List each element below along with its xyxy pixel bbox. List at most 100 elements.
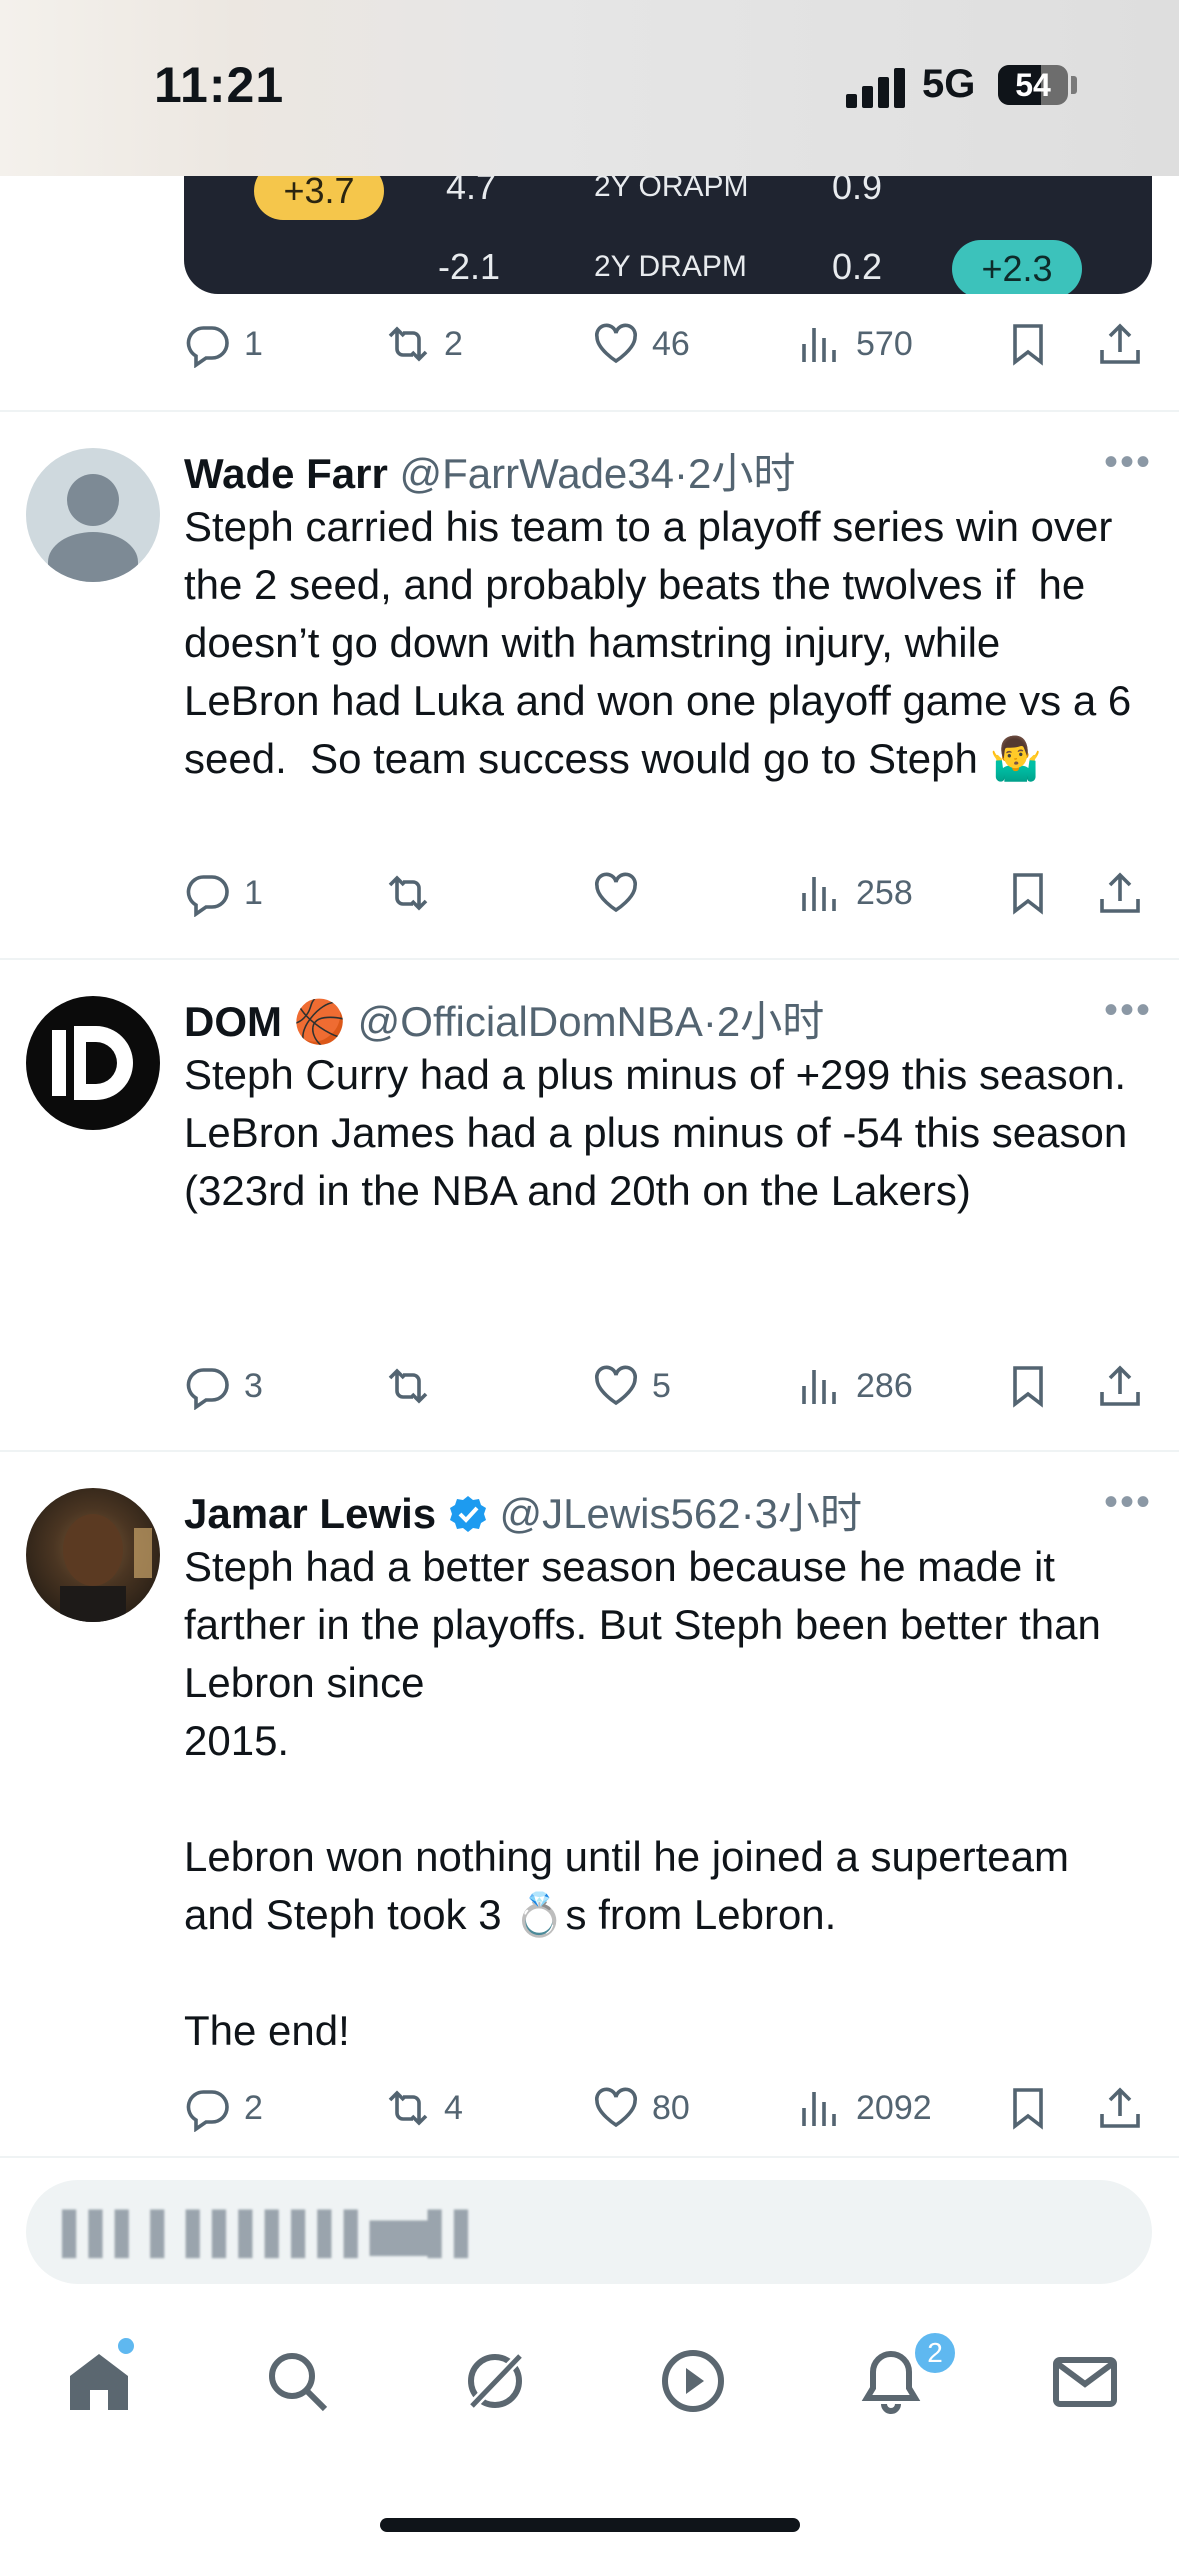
home-indicator[interactable] <box>380 2518 800 2532</box>
tweet-text: Steph Curry had a plus minus of +299 thi… <box>184 1051 1128 1214</box>
views-button[interactable]: 258 <box>796 863 913 923</box>
bookmark-button[interactable] <box>1004 2078 1052 2138</box>
repost-count: 2 <box>444 324 463 363</box>
share-icon <box>1100 323 1140 364</box>
avatar[interactable] <box>26 448 160 582</box>
author-name[interactable]: Wade Farr <box>184 450 388 497</box>
share-icon <box>1100 2087 1140 2128</box>
repost-button[interactable]: 2 <box>384 314 463 374</box>
tweet-actions: 2 4 80 2092 <box>184 2078 1150 2138</box>
heart-icon <box>595 2087 637 2128</box>
reply-composer[interactable]: ▌▌▌ ▌ ▌▌▌▌▌▌▌▆▆▌▌ <box>26 2180 1152 2284</box>
tweet-text: Steph carried his team to a playoff seri… <box>184 503 1143 782</box>
author-name[interactable]: DOM <box>184 998 282 1045</box>
more-options-icon[interactable]: ••• <box>1104 440 1152 485</box>
search-icon <box>269 2353 328 2412</box>
nav-grok[interactable] <box>460 2346 530 2416</box>
divider <box>0 958 1179 960</box>
more-options-icon[interactable]: ••• <box>1104 1480 1152 1525</box>
like-button[interactable] <box>592 863 652 923</box>
home-unread-dot <box>116 2336 136 2356</box>
bookmark-button[interactable] <box>1004 314 1052 374</box>
reply-button[interactable]: 1 <box>184 314 263 374</box>
grok-icon <box>466 2350 526 2412</box>
share-button[interactable] <box>1096 863 1144 923</box>
views-count: 570 <box>856 324 913 363</box>
like-count: 46 <box>652 324 690 363</box>
basketball-emoji: 🏀 <box>293 998 346 1045</box>
bookmark-button[interactable] <box>1004 863 1052 923</box>
reply-count: 3 <box>244 1366 263 1405</box>
repost-icon <box>388 326 428 362</box>
divider <box>0 1450 1179 1452</box>
tweet-header: Wade Farr @FarrWade34·2小时 <box>184 440 795 501</box>
reply-count: 2 <box>244 2088 263 2127</box>
repost-button[interactable]: 4 <box>384 2078 463 2138</box>
nav-home[interactable] <box>64 2346 134 2416</box>
reply-icon <box>186 875 229 917</box>
avatar[interactable] <box>26 996 160 1130</box>
repost-button[interactable] <box>384 863 444 923</box>
tweet-header: Jamar Lewis @JLewis562·3小时 <box>184 1480 862 1541</box>
reply-button[interactable]: 1 <box>184 863 263 923</box>
tweet-actions: 1 258 <box>184 863 1150 923</box>
like-count: 5 <box>652 1366 671 1405</box>
bookmark-icon <box>1013 1366 1043 1408</box>
share-button[interactable] <box>1096 2078 1144 2138</box>
reply-button[interactable]: 2 <box>184 2078 263 2138</box>
like-button[interactable]: 46 <box>592 314 690 374</box>
views-icon <box>802 328 836 362</box>
author-handle[interactable]: @JLewis562 <box>500 1490 741 1537</box>
views-count: 286 <box>856 1366 913 1405</box>
battery-icon: 54 <box>998 65 1068 105</box>
dom-logo-icon <box>52 1026 133 1100</box>
views-button[interactable]: 286 <box>796 1356 913 1416</box>
home-icon <box>70 2354 128 2410</box>
bookmark-icon <box>1013 2088 1043 2130</box>
views-icon <box>802 1370 836 1404</box>
author-name[interactable]: Jamar Lewis <box>184 1490 436 1537</box>
drapm-label: 2Y DRAPM <box>594 250 747 283</box>
verified-badge-icon <box>449 1496 486 1532</box>
like-button[interactable]: 80 <box>592 2078 690 2138</box>
views-button[interactable]: 570 <box>796 314 913 374</box>
share-button[interactable] <box>1096 1356 1144 1416</box>
share-icon <box>1100 872 1140 913</box>
default-avatar-icon <box>48 474 138 582</box>
nav-video[interactable] <box>658 2346 728 2416</box>
author-handle[interactable]: @OfficialDomNBA <box>358 998 703 1045</box>
tweet-header: DOM 🏀 @OfficialDomNBA·2小时 <box>184 988 824 1049</box>
reply-icon <box>186 2090 229 2132</box>
battery-level: 54 <box>1015 67 1051 103</box>
more-options-icon[interactable]: ••• <box>1104 988 1152 1033</box>
divider <box>0 2156 1179 2158</box>
bookmark-icon <box>1013 324 1043 366</box>
reply-button[interactable]: 3 <box>184 1356 263 1416</box>
repost-button[interactable] <box>384 1356 444 1416</box>
share-icon <box>1100 1365 1140 1406</box>
bookmark-button[interactable] <box>1004 1356 1052 1416</box>
share-button[interactable] <box>1096 314 1144 374</box>
tweet-time: ·3小时 <box>740 1490 862 1537</box>
repost-icon <box>388 2090 428 2126</box>
signal-icon <box>846 68 906 108</box>
drapm-stat: 0.2 <box>832 246 883 287</box>
composer-placeholder: ▌▌▌ ▌ ▌▌▌▌▌▌▌▆▆▌▌ <box>62 2211 482 2255</box>
nav-messages[interactable] <box>1050 2346 1120 2416</box>
mail-icon <box>1053 2357 1117 2407</box>
heart-icon <box>595 1365 637 1406</box>
tweet-text: Steph had a better season because he mad… <box>184 1543 1101 2054</box>
author-handle[interactable]: @FarrWade34 <box>400 450 675 497</box>
tweet-actions: 3 5 286 <box>184 1356 1150 1416</box>
like-button[interactable]: 5 <box>592 1356 671 1416</box>
nav-search[interactable] <box>262 2346 332 2416</box>
avatar[interactable] <box>26 1488 160 1622</box>
drapm-value: -2.1 <box>438 246 501 287</box>
user-photo-icon <box>60 1514 152 1622</box>
views-count: 2092 <box>856 2088 932 2127</box>
divider <box>0 410 1179 412</box>
like-count: 80 <box>652 2088 690 2127</box>
status-time: 11:21 <box>154 57 285 113</box>
views-button[interactable]: 2092 <box>796 2078 932 2138</box>
views-icon <box>802 877 836 911</box>
